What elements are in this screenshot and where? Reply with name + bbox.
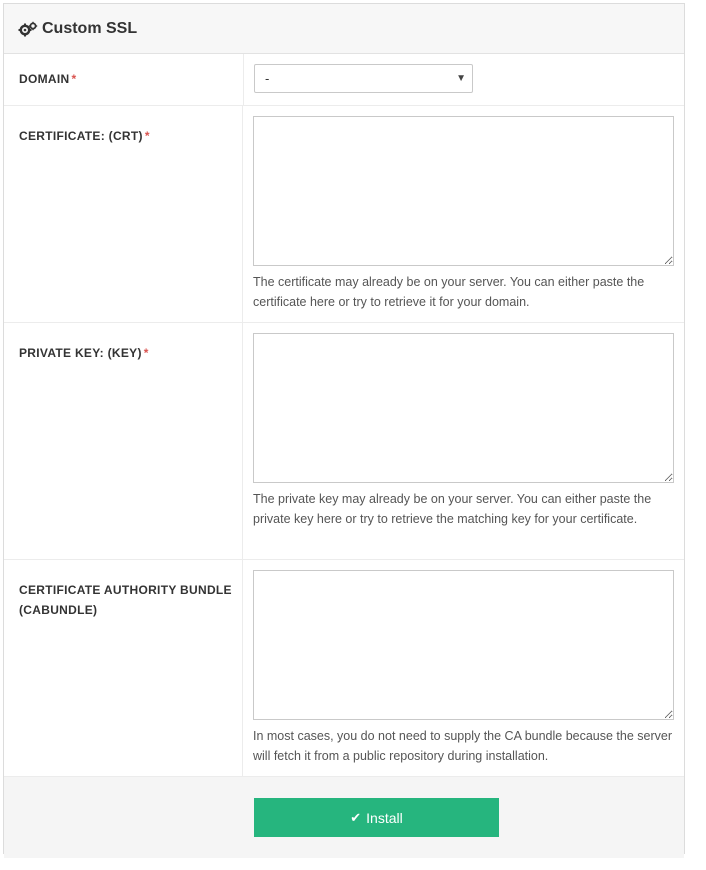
certificate-help-text: The certificate may already be on your s…: [253, 275, 645, 309]
domain-select[interactable]: - ▼: [254, 64, 473, 93]
required-marker: *: [71, 72, 77, 86]
panel-title: Custom SSL: [42, 19, 138, 37]
custom-ssl-panel: Custom SSL DOMAIN * - ▼ CERTIFICATE: (CRT…: [3, 3, 685, 858]
gears-icon: [18, 21, 38, 37]
install-button[interactable]: ✔ Install: [254, 798, 499, 837]
domain-row: DOMAIN * - ▼: [4, 54, 684, 106]
certificate-textarea[interactable]: [253, 116, 674, 266]
cabundle-help-text: In most cases, you do not need to supply…: [253, 729, 673, 763]
install-button-label: Install: [366, 809, 403, 826]
cabundle-row: CERTIFICATE AUTHORITY BUNDLE (CABUNDLE) …: [4, 560, 684, 777]
domain-select-value: -: [265, 71, 270, 86]
certificate-row: CERTIFICATE: (CRT) * The certificate may …: [4, 106, 684, 323]
cabundle-label: CERTIFICATE AUTHORITY BUNDLE (CABUNDLE): [4, 560, 243, 776]
required-marker: *: [143, 346, 149, 360]
chevron-down-icon: ▼: [456, 73, 466, 84]
cabundle-textarea[interactable]: [253, 570, 674, 720]
required-marker: *: [144, 129, 150, 143]
domain-label: DOMAIN *: [4, 54, 244, 105]
private-key-textarea[interactable]: [253, 333, 674, 483]
certificate-label: CERTIFICATE: (CRT) *: [4, 106, 243, 322]
private-key-row: PRIVATE KEY: (KEY) * The private key may …: [4, 323, 684, 560]
private-key-help-text: The private key may already be on your s…: [253, 492, 652, 526]
check-icon: ✔: [350, 809, 362, 825]
form-footer: ✔ Install: [4, 777, 684, 858]
panel-header: Custom SSL: [4, 4, 684, 54]
private-key-label: PRIVATE KEY: (KEY) *: [4, 323, 243, 559]
